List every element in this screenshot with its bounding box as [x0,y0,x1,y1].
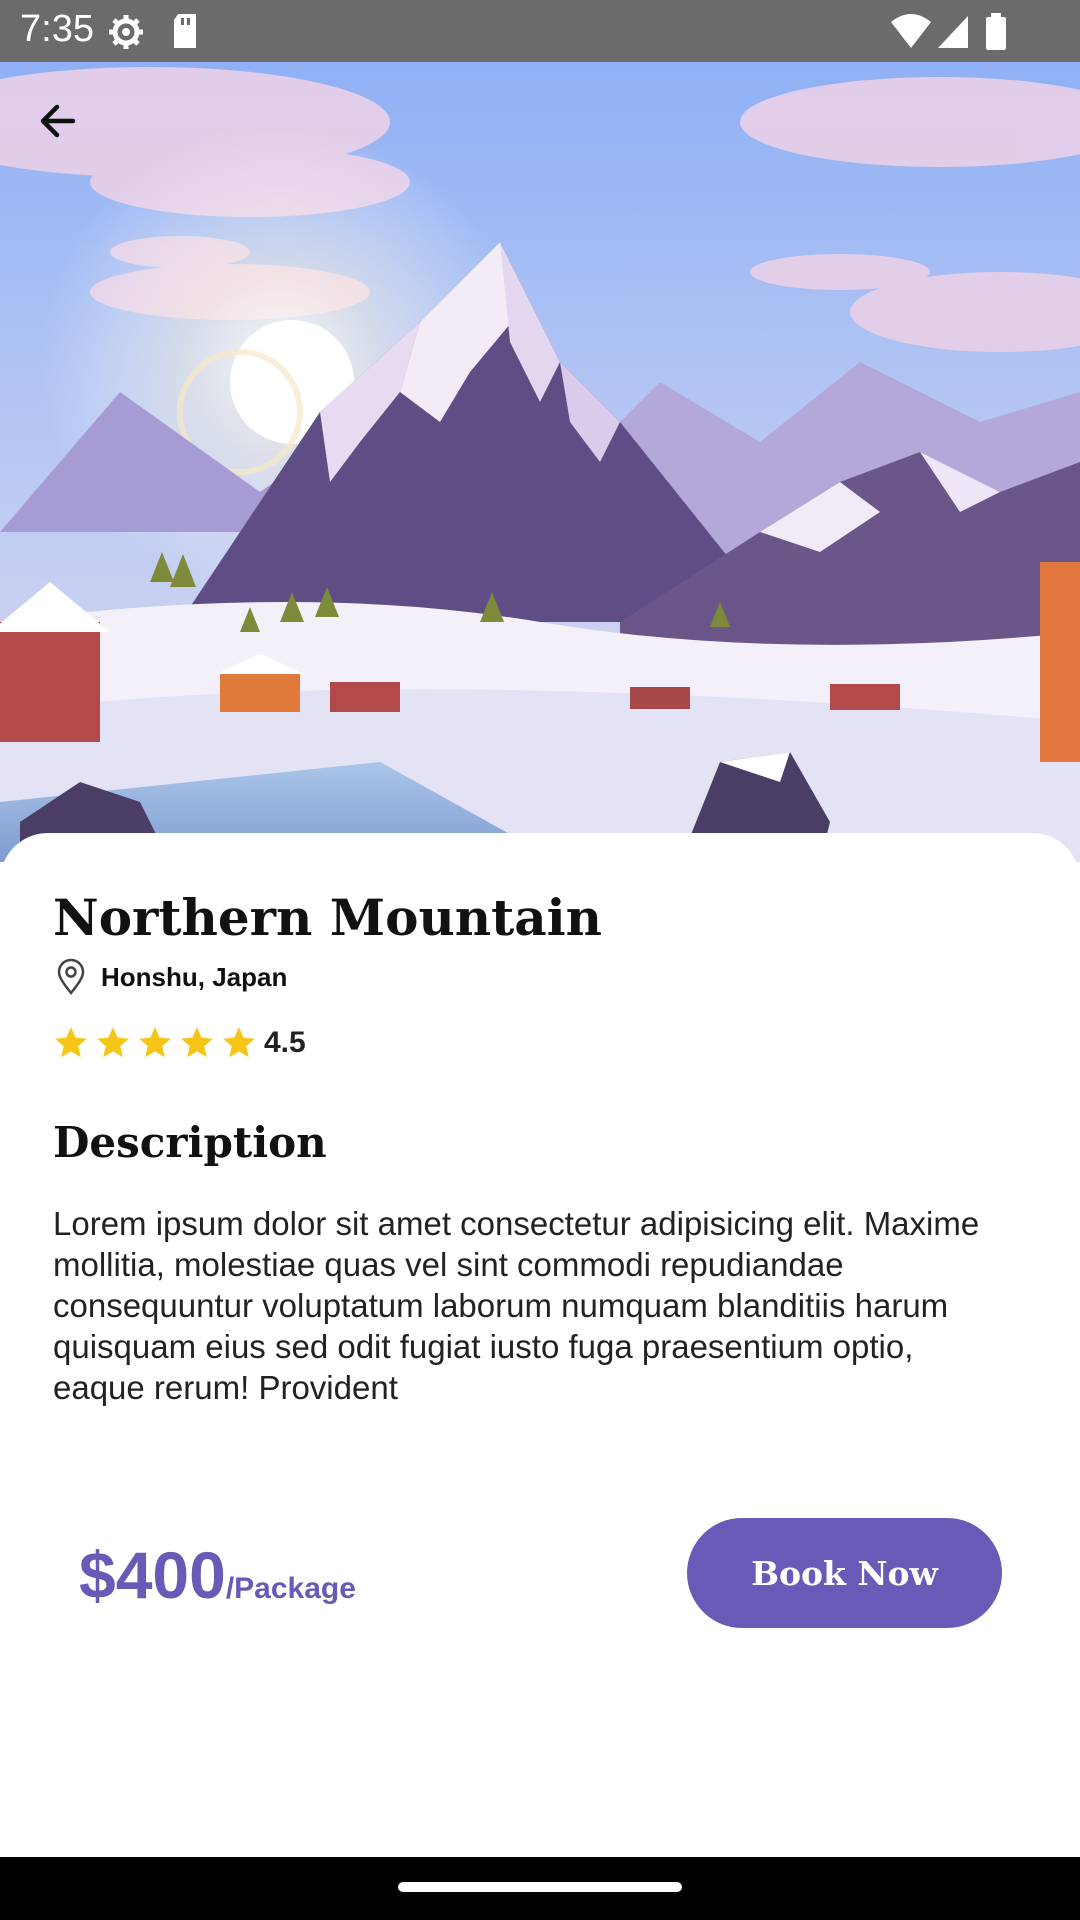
star-icon [181,1027,213,1058]
description-heading: Description [53,1118,327,1167]
star-icon [55,1027,87,1058]
sd-card-icon [170,12,200,57]
price: $400/Package [79,1537,356,1613]
price-amount: $400 [79,1538,226,1612]
settings-icon [106,12,146,57]
home-gesture-handle[interactable] [398,1882,682,1892]
star-icon [139,1027,171,1058]
location-pin-icon [54,958,88,1001]
destination-title: Northern Mountain [53,888,602,947]
wifi-icon [890,12,932,55]
star-icon [223,1027,255,1058]
rating-stars [52,1024,262,1062]
book-now-button[interactable]: Book Now [687,1518,1002,1628]
signal-icon [936,12,970,55]
arrow-back-icon [37,101,77,146]
description-text: Lorem ipsum dolor sit amet consectetur a… [53,1205,980,1406]
star-icon [97,1027,129,1058]
price-unit: /Package [225,1572,356,1605]
battery-icon [984,12,1008,57]
back-button[interactable] [30,96,84,150]
location-text: Honshu, Japan [101,962,288,992]
status-bar: 7:35 [0,0,1080,62]
hero-image [0,62,1080,862]
rating-value: 4.5 [264,1026,306,1059]
status-time: 7:35 [20,8,94,50]
